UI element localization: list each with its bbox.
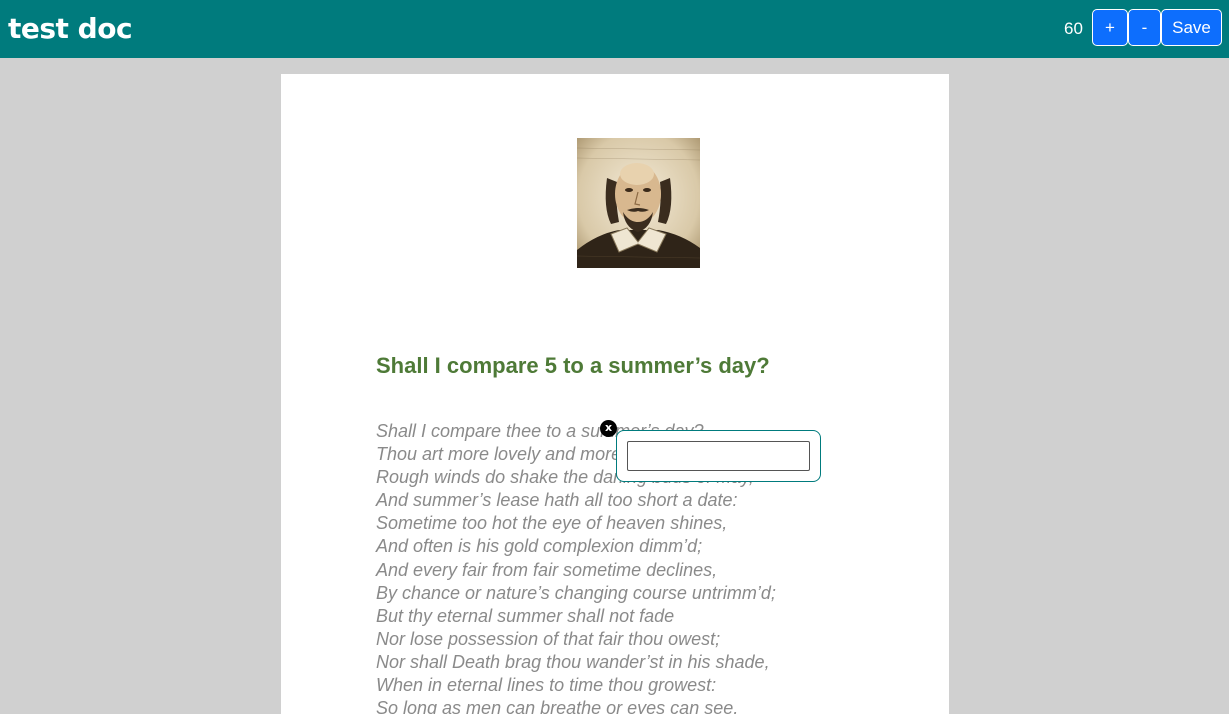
- poem-line: And summer’s lease hath all too short a …: [376, 490, 738, 511]
- document-title: test doc: [8, 12, 133, 45]
- poem-line: By chance or nature’s changing course un…: [376, 582, 776, 603]
- document-heading: Shall I compare 5 to a summer’s day?: [376, 353, 770, 378]
- poem-line: Nor lose possession of that fair thou ow…: [376, 628, 721, 649]
- annotation-input[interactable]: [627, 441, 810, 471]
- annotation-popup: [616, 430, 821, 482]
- zoom-in-button[interactable]: +: [1092, 9, 1128, 46]
- poem-line: And often is his gold complexion dimm’d;: [376, 536, 703, 557]
- annotation-close-button[interactable]: x: [600, 420, 617, 437]
- portrait-image: [577, 138, 700, 268]
- poem-line: Sometime too hot the eye of heaven shine…: [376, 513, 728, 534]
- poem-line: Nor shall Death brag thou wander’st in h…: [376, 651, 770, 672]
- poem-line: When in eternal lines to time thou growe…: [376, 675, 717, 696]
- save-button[interactable]: Save: [1161, 9, 1222, 46]
- zoom-out-button[interactable]: -: [1128, 9, 1161, 46]
- poem-line: And every fair from fair sometime declin…: [376, 559, 718, 580]
- poem-line: So long as men can breathe or eyes can s…: [376, 698, 739, 714]
- poem-line: But thy eternal summer shall not fade: [376, 605, 675, 626]
- zoom-level: 60: [1064, 19, 1083, 38]
- document-page: Shall I compare 5 to a summer’s day? Sha…: [281, 74, 949, 714]
- app-header: test doc 60 + - Save: [0, 0, 1229, 58]
